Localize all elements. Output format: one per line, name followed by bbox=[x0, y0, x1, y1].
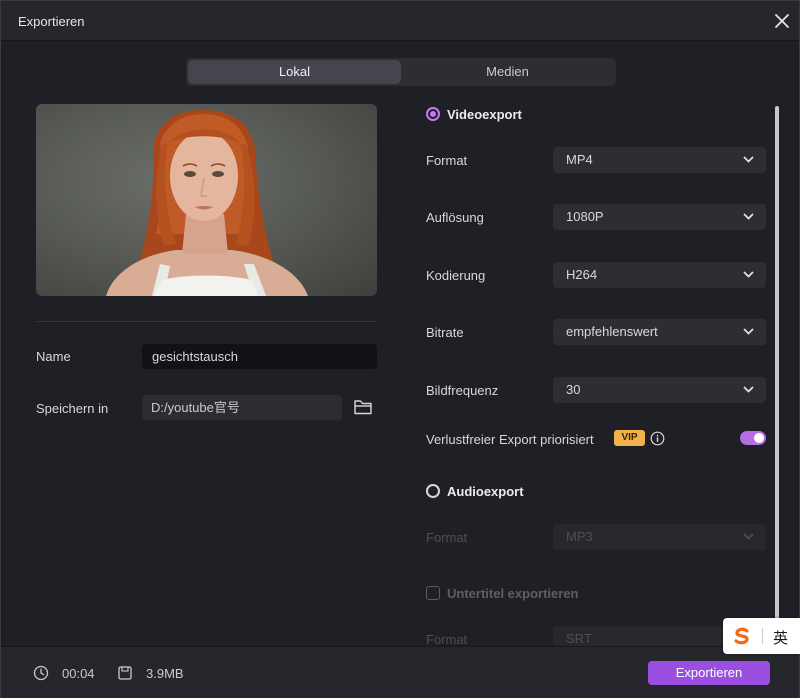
audio-export-title: Audioexport bbox=[447, 484, 524, 499]
duration-value: 00:04 bbox=[62, 666, 95, 681]
bitrate-select[interactable]: empfehlenswert bbox=[553, 319, 766, 345]
save-path-field[interactable]: D:/youtube官号 bbox=[142, 395, 342, 420]
audio-format-label: Format bbox=[426, 530, 468, 545]
encoding-value: H264 bbox=[566, 267, 598, 282]
encoding-select[interactable]: H264 bbox=[553, 262, 766, 288]
chevron-down-icon bbox=[743, 213, 754, 220]
subtitles-export-title: Untertitel exportieren bbox=[447, 586, 579, 601]
bitrate-value: empfehlenswert bbox=[566, 324, 658, 339]
folder-icon bbox=[354, 400, 372, 415]
framerate-label: Bildfrequenz bbox=[426, 383, 499, 398]
footer-bar: 00:04 3.9MB Exportieren bbox=[1, 646, 799, 698]
ime-language-indicator[interactable]: 英 bbox=[773, 627, 788, 648]
sogou-ime-icon bbox=[734, 627, 749, 645]
audio-export-radio[interactable] bbox=[426, 484, 440, 498]
video-preview bbox=[36, 104, 377, 296]
lossless-export-label: Verlustfreier Export priorisiert bbox=[426, 432, 594, 447]
format-select[interactable]: MP4 bbox=[553, 147, 766, 173]
subtitle-format-value: SRT bbox=[566, 631, 592, 646]
close-button[interactable] bbox=[771, 10, 793, 32]
chevron-down-icon bbox=[743, 386, 754, 393]
chevron-down-icon bbox=[743, 328, 754, 335]
bitrate-label: Bitrate bbox=[426, 325, 464, 340]
browse-folder-button[interactable] bbox=[353, 398, 373, 416]
ime-separator bbox=[762, 628, 763, 644]
file-size-value: 3.9MB bbox=[146, 666, 184, 681]
export-dialog: Exportieren Lokal Medien Name gesichtsta… bbox=[0, 0, 800, 698]
settings-scrollbar[interactable] bbox=[775, 106, 779, 621]
video-export-radio[interactable] bbox=[426, 107, 440, 121]
export-button[interactable]: Exportieren bbox=[648, 661, 770, 685]
save-location-label: Speichern in bbox=[36, 401, 109, 416]
framerate-select[interactable]: 30 bbox=[553, 377, 766, 403]
chevron-down-icon bbox=[743, 271, 754, 278]
resolution-label: Auflösung bbox=[426, 210, 484, 225]
audio-format-select[interactable]: MP3 bbox=[553, 524, 766, 550]
video-export-title: Videoexport bbox=[447, 107, 522, 122]
export-target-tabs: Lokal Medien bbox=[186, 58, 616, 86]
info-icon[interactable] bbox=[650, 431, 665, 446]
dialog-title: Exportieren bbox=[18, 14, 85, 29]
name-input[interactable]: gesichtstausch bbox=[142, 344, 377, 369]
subtitle-format-select[interactable]: SRT bbox=[553, 626, 728, 646]
format-value: MP4 bbox=[566, 152, 593, 167]
audio-format-value: MP3 bbox=[566, 529, 593, 544]
left-divider bbox=[36, 321, 377, 322]
lossless-export-toggle[interactable] bbox=[740, 431, 766, 445]
subtitles-checkbox[interactable] bbox=[426, 586, 440, 600]
title-bar: Exportieren bbox=[1, 1, 799, 41]
ime-toolbar[interactable]: 英 bbox=[723, 618, 800, 654]
clock-icon bbox=[33, 665, 49, 681]
resolution-select[interactable]: 1080P bbox=[553, 204, 766, 230]
tab-medien[interactable]: Medien bbox=[401, 60, 614, 84]
preview-portrait-image bbox=[106, 109, 308, 296]
name-label: Name bbox=[36, 349, 71, 364]
close-icon bbox=[775, 14, 789, 28]
chevron-down-icon bbox=[743, 533, 754, 540]
encoding-label: Kodierung bbox=[426, 268, 486, 283]
subtitle-format-label: Format bbox=[426, 632, 468, 647]
vip-badge: VIP bbox=[614, 430, 645, 446]
chevron-down-icon bbox=[743, 156, 754, 163]
format-label: Format bbox=[426, 153, 468, 168]
tab-lokal[interactable]: Lokal bbox=[188, 60, 401, 84]
resolution-value: 1080P bbox=[566, 209, 604, 224]
framerate-value: 30 bbox=[566, 382, 581, 397]
file-size-icon bbox=[118, 666, 132, 680]
